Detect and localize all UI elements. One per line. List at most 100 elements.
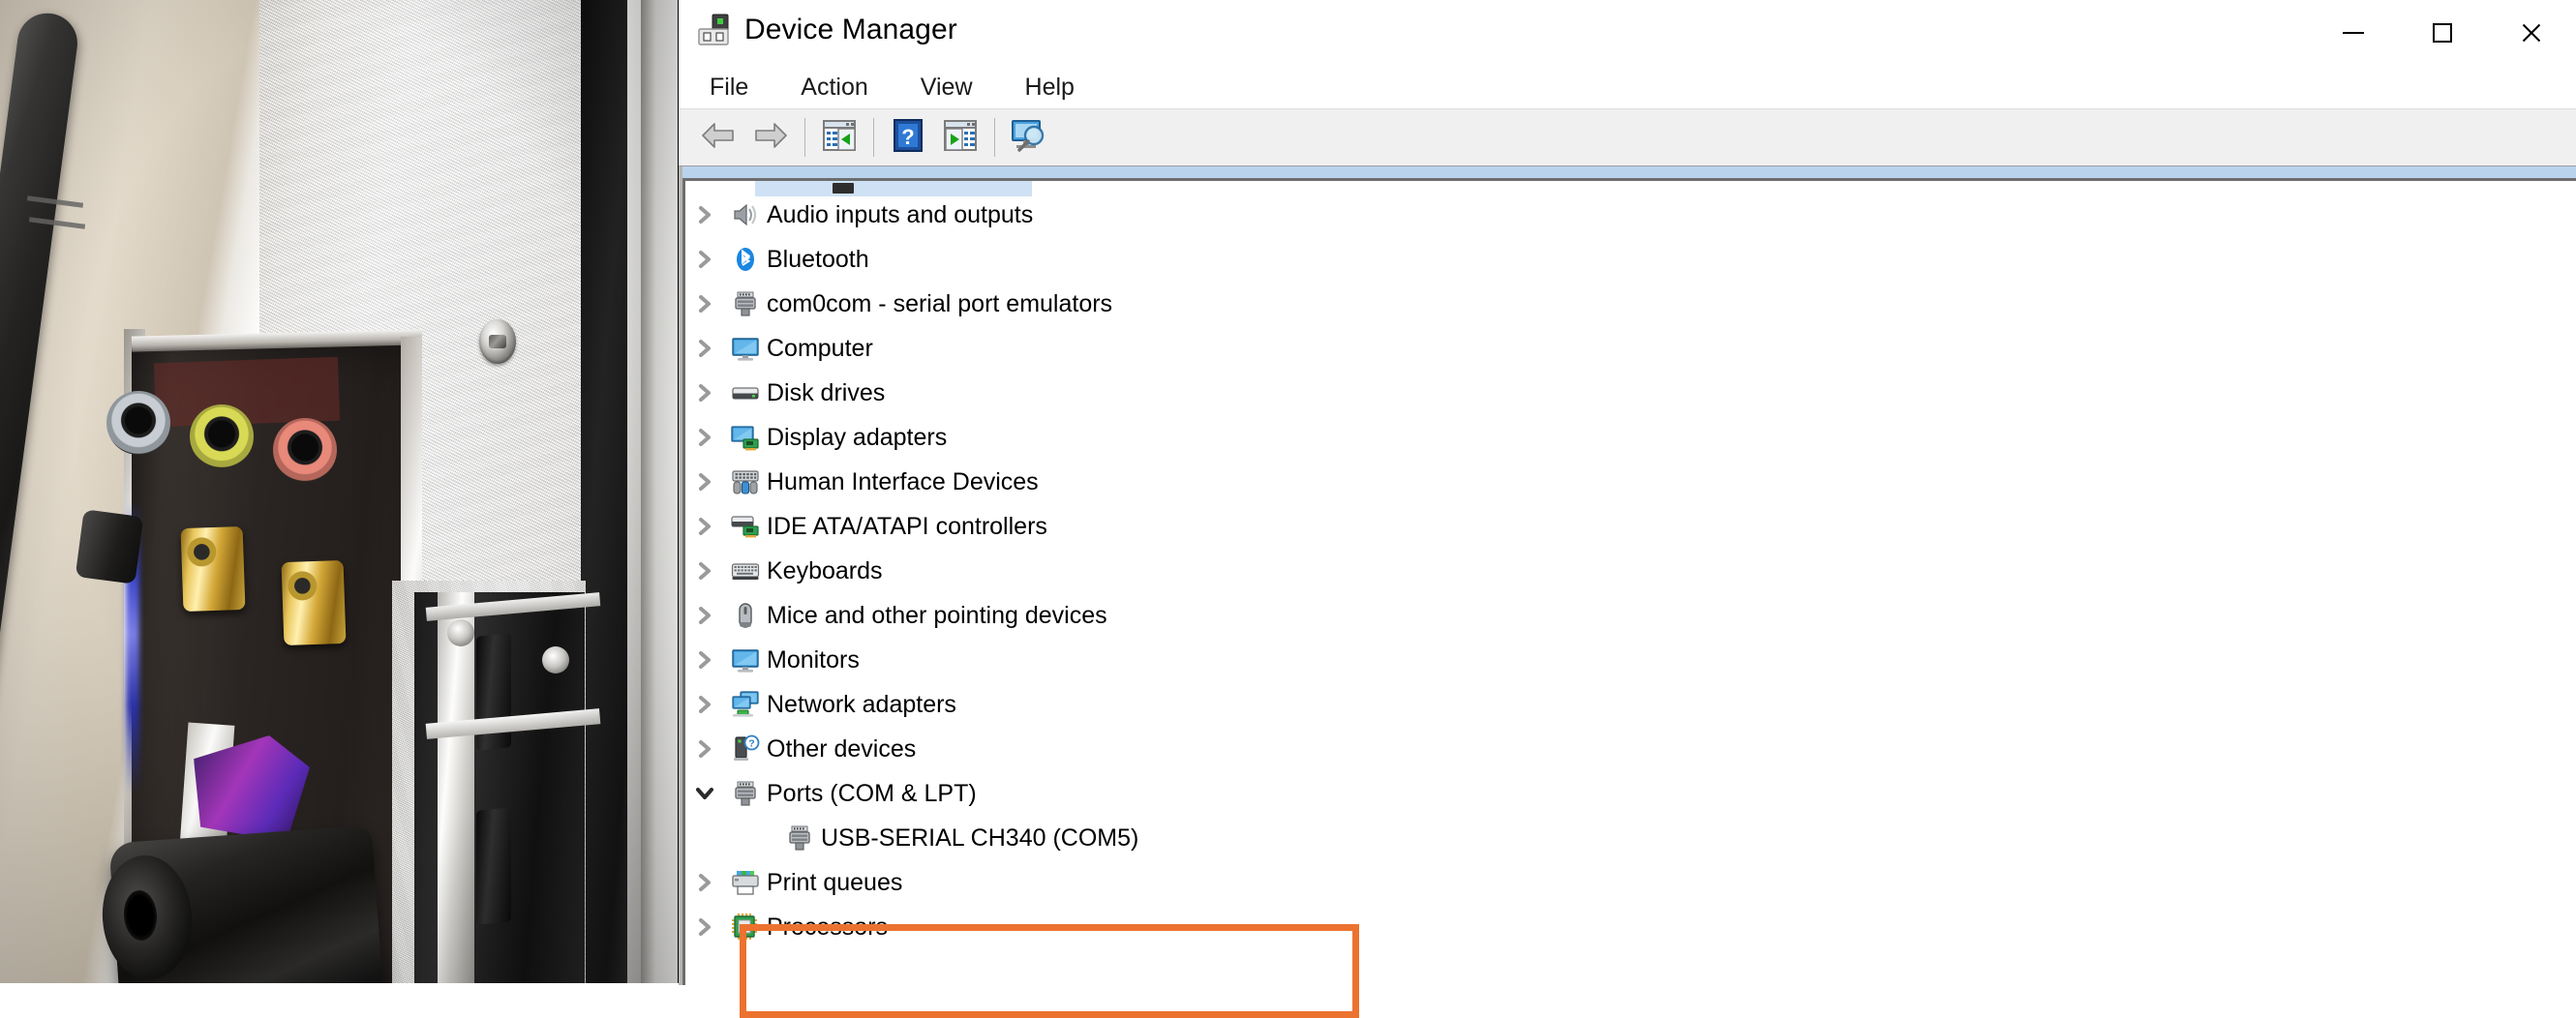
tree-node-computer[interactable]: Computer bbox=[685, 326, 2576, 371]
tree-node-monitors[interactable]: Monitors bbox=[685, 638, 2576, 682]
tree-node-mice-and-other-pointing-devices[interactable]: Mice and other pointing devices bbox=[685, 593, 2576, 638]
serial-port-icon bbox=[724, 779, 767, 808]
forward-button[interactable] bbox=[744, 113, 797, 162]
display-adapter-icon bbox=[724, 423, 767, 452]
disk-drive-icon bbox=[724, 378, 767, 407]
tree-node-label: com0com - serial port emulators bbox=[767, 290, 1112, 318]
properties-panel-icon bbox=[944, 120, 977, 156]
tree-node-audio-inputs-and-outputs[interactable]: Audio inputs and outputs bbox=[685, 193, 2576, 237]
chevron-right-icon[interactable] bbox=[685, 872, 724, 893]
help-question-icon: ? bbox=[894, 119, 923, 157]
scan-hardware-icon bbox=[1011, 119, 1047, 157]
console-tree-icon bbox=[823, 120, 856, 156]
tree-node-label: USB-SERIAL CH340 (COM5) bbox=[821, 824, 1138, 853]
toolbar-separator bbox=[994, 118, 995, 157]
maximize-icon bbox=[2433, 23, 2452, 43]
serial-port-icon bbox=[778, 823, 821, 853]
tree-node-human-interface-devices[interactable]: Human Interface Devices bbox=[685, 460, 2576, 504]
tree-node-usb-serial-ch340-com5[interactable]: USB-SERIAL CH340 (COM5) bbox=[685, 816, 2576, 860]
chevron-right-icon[interactable] bbox=[685, 916, 724, 938]
chevron-right-icon[interactable] bbox=[685, 738, 724, 760]
tree-node-label: Print queues bbox=[767, 869, 902, 897]
back-arrow-icon bbox=[701, 121, 736, 155]
menu-action[interactable]: Action bbox=[795, 71, 873, 105]
svg-text:?: ? bbox=[748, 738, 754, 750]
title-bar: Device Manager bbox=[679, 0, 2576, 66]
help-button[interactable]: ? bbox=[882, 113, 934, 162]
speaker-icon bbox=[724, 200, 767, 229]
tree-node-label: Monitors bbox=[767, 646, 860, 674]
close-button[interactable] bbox=[2487, 0, 2576, 66]
keyboard-icon bbox=[724, 556, 767, 585]
tree-node-label: Processors bbox=[767, 913, 888, 942]
tree-node-disk-drives[interactable]: Disk drives bbox=[685, 371, 2576, 415]
menu-file[interactable]: File bbox=[704, 71, 754, 105]
menu-view[interactable]: View bbox=[915, 71, 979, 105]
chevron-right-icon[interactable] bbox=[685, 694, 724, 715]
tree-node-label: Ports (COM & LPT) bbox=[767, 780, 977, 808]
tree-node-print-queues[interactable]: Print queues bbox=[685, 860, 2576, 905]
chevron-right-icon[interactable] bbox=[685, 649, 724, 671]
device-manager-window: Device Manager File Action View Help bbox=[678, 0, 2576, 983]
svg-text:?: ? bbox=[901, 125, 914, 149]
tree-node-keyboards[interactable]: Keyboards bbox=[685, 549, 2576, 593]
tree-node-label: Display adapters bbox=[767, 424, 947, 452]
window-controls bbox=[2309, 0, 2576, 66]
chevron-right-icon[interactable] bbox=[685, 382, 724, 404]
chevron-right-icon[interactable] bbox=[685, 471, 724, 493]
tree-node-list: Audio inputs and outputs bbox=[685, 193, 2576, 949]
chevron-right-icon[interactable] bbox=[685, 249, 724, 270]
tree-node-label: Disk drives bbox=[767, 379, 885, 407]
minimize-button[interactable] bbox=[2309, 0, 2398, 66]
toolbar: ? bbox=[679, 108, 2576, 166]
bluetooth-icon bbox=[724, 245, 767, 274]
tree-node-ide-ata-atapi-controllers[interactable]: IDE ATA/ATAPI controllers bbox=[685, 504, 2576, 549]
close-icon bbox=[2520, 21, 2543, 45]
unknown-device-icon: ? bbox=[724, 734, 767, 764]
screenshot-root: Device Manager File Action View Help bbox=[0, 0, 2576, 983]
scroll-selection-band bbox=[679, 166, 2576, 178]
network-adapter-icon bbox=[724, 690, 767, 719]
tree-node-label: Network adapters bbox=[767, 691, 956, 719]
tree-node-display-adapters[interactable]: Display adapters bbox=[685, 415, 2576, 460]
window-title: Device Manager bbox=[744, 14, 957, 46]
back-button[interactable] bbox=[692, 113, 744, 162]
monitor-icon bbox=[724, 334, 767, 363]
tree-node-network-adapters[interactable]: Network adapters bbox=[685, 682, 2576, 727]
toolbar-separator bbox=[873, 118, 874, 157]
tree-node-com0com-serial-port-emulators[interactable]: com0com - serial port emulators bbox=[685, 282, 2576, 326]
tree-node-ports-com-and-lpt[interactable]: Ports (COM & LPT) bbox=[685, 771, 2576, 816]
tree-node-label: Human Interface Devices bbox=[767, 468, 1039, 496]
chevron-right-icon[interactable] bbox=[685, 338, 724, 359]
tree-node-label: Other devices bbox=[767, 735, 916, 764]
tree-node-label: IDE ATA/ATAPI controllers bbox=[767, 513, 1047, 541]
properties-button[interactable] bbox=[934, 113, 986, 162]
scan-for-hardware-changes-button[interactable] bbox=[1003, 113, 1055, 162]
tree-node-label: Audio inputs and outputs bbox=[767, 201, 1033, 229]
monitor-icon bbox=[724, 645, 767, 674]
tree-node-processors[interactable]: Processors bbox=[685, 905, 2576, 949]
tree-node-label: Bluetooth bbox=[767, 246, 869, 274]
chevron-right-icon[interactable] bbox=[685, 204, 724, 225]
toolbar-separator bbox=[804, 118, 805, 157]
tree-node-label: Keyboards bbox=[767, 557, 883, 585]
device-tree-panel: Audio inputs and outputs bbox=[679, 166, 2576, 985]
maximize-button[interactable] bbox=[2398, 0, 2487, 66]
chevron-right-icon[interactable] bbox=[685, 427, 724, 448]
tree-node-other-devices[interactable]: ? Other devices bbox=[685, 727, 2576, 771]
minimize-icon bbox=[2343, 32, 2364, 34]
chevron-right-icon[interactable] bbox=[685, 293, 724, 314]
forward-arrow-icon bbox=[753, 121, 788, 155]
mouse-icon bbox=[724, 601, 767, 630]
device-tree[interactable]: Audio inputs and outputs bbox=[682, 178, 2576, 985]
chevron-right-icon[interactable] bbox=[685, 516, 724, 537]
chevron-right-icon[interactable] bbox=[685, 605, 724, 626]
chevron-down-icon[interactable] bbox=[685, 783, 724, 804]
device-manager-icon bbox=[696, 12, 735, 50]
chevron-right-icon[interactable] bbox=[685, 560, 724, 582]
printer-icon bbox=[724, 868, 767, 897]
menu-help[interactable]: Help bbox=[1019, 71, 1080, 105]
tree-node-bluetooth[interactable]: Bluetooth bbox=[685, 237, 2576, 282]
computer-rear-panel-photo bbox=[0, 0, 678, 983]
show-hide-console-tree-button[interactable] bbox=[813, 113, 865, 162]
